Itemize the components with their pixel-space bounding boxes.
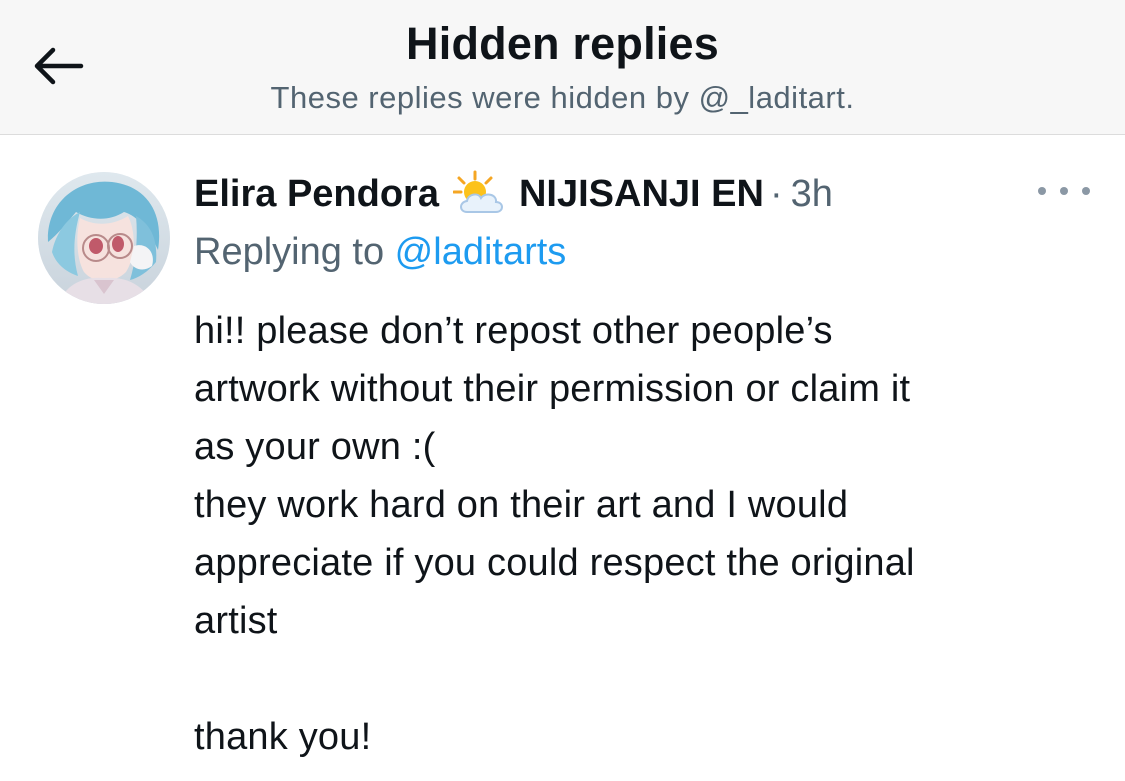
tweet-text: hi!! please don’t repost other people’s … (194, 310, 915, 758)
display-name[interactable]: Elira Pendora (194, 170, 439, 218)
tweet-author-row: Elira Pendora NIJISANJI EN · 3h (194, 170, 833, 218)
more-options-dot (1060, 187, 1068, 195)
tweet-timestamp[interactable]: 3h (791, 170, 833, 218)
hidden-replies-header: Hidden replies These replies were hidden… (0, 0, 1125, 135)
more-options-button[interactable] (1038, 180, 1090, 202)
affiliation-label: NIJISANJI EN (518, 173, 764, 215)
more-options-icon (1038, 187, 1046, 195)
replying-to-prefix: Replying to (194, 231, 395, 273)
replying-to-handle-link[interactable]: @laditarts (395, 231, 567, 273)
avatar-image (38, 172, 170, 304)
avatar[interactable] (38, 172, 170, 304)
separator-dot: · (769, 173, 783, 215)
replying-to: Replying to @laditarts (194, 228, 566, 276)
page-subtitle: These replies were hidden by @_laditart. (270, 80, 855, 115)
hidden-reply-tweet[interactable]: Elira Pendora NIJISANJI EN · 3h Replying… (0, 136, 1125, 781)
sun-behind-cloud-icon (452, 170, 507, 218)
more-options-dot (1082, 187, 1090, 195)
page-title: Hidden replies (406, 18, 719, 69)
